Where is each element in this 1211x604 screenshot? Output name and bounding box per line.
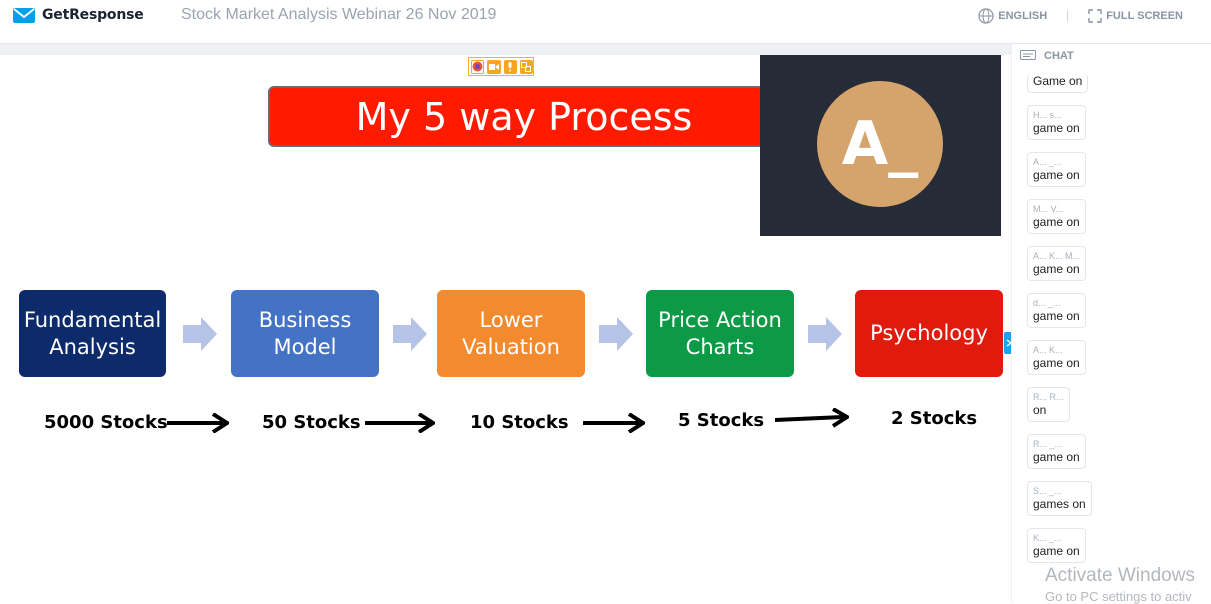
chat-message: R... _... game on — [1027, 434, 1086, 469]
step-label-line1: Fundamental — [23, 307, 162, 332]
chat-message-author: A... _... — [1033, 157, 1062, 167]
avatar: A_ — [817, 81, 943, 207]
step-label-line1: Lower — [479, 307, 543, 332]
language-label: ENGLISH — [998, 10, 1048, 22]
chat-message: Game on — [1027, 74, 1089, 93]
chat-message-text: game on — [1033, 121, 1080, 135]
envelope-icon — [13, 8, 35, 23]
arrow-right-icon — [583, 413, 645, 433]
chat-message-text: game on — [1033, 215, 1080, 229]
divider — [1067, 10, 1069, 22]
slide-title: My 5 way Process — [355, 94, 693, 139]
presentation-slide: My 5 way Process Fundamental Analysis Bus… — [0, 55, 1003, 602]
layout-icon[interactable] — [519, 59, 533, 74]
chat-message-author: S... _... — [1033, 486, 1062, 496]
count-label: 50 Stocks — [262, 412, 361, 433]
step-business-model: Business Model — [231, 290, 379, 377]
chat-message-text: on — [1033, 403, 1047, 417]
chat-message-text: game on — [1033, 168, 1080, 182]
fullscreen-button[interactable]: FULL SCREEN — [1088, 9, 1183, 23]
step-label-line2: Charts — [685, 334, 755, 359]
chat-message-author: M... V... — [1033, 204, 1064, 214]
chevron-right-icon — [393, 317, 427, 351]
arrow-right-icon — [167, 413, 229, 433]
chat-icon — [1020, 50, 1036, 60]
avatar-initials: A_ — [841, 109, 919, 179]
chat-message: K... _... game on — [1027, 528, 1086, 563]
chat-message-text: game on — [1033, 262, 1080, 276]
step-label-line1: Business — [258, 307, 352, 332]
chat-message-text: Game on — [1033, 74, 1083, 88]
chat-message: A... K... game on — [1027, 340, 1086, 375]
chat-message-author: K... _... — [1033, 533, 1062, 543]
chat-message-author: R... R... — [1033, 392, 1064, 402]
microphone-icon[interactable] — [503, 59, 517, 74]
count-label: 5 Stocks — [678, 410, 765, 431]
stage-top-strip — [0, 44, 1011, 55]
presenter-video: A_ — [760, 55, 1001, 236]
arrow-right-icon — [775, 408, 849, 428]
top-bar: GetResponse Stock Market Analysis Webina… — [0, 0, 1211, 44]
step-label-line2: Analysis — [49, 334, 136, 359]
browser-icon[interactable] — [471, 59, 485, 74]
chat-message: S... _... games on — [1027, 481, 1092, 516]
chat-message-text: game on — [1033, 450, 1080, 464]
chat-panel: CHAT Game on H... s... game on A... _... gam… — [1011, 44, 1211, 602]
chat-message: A... _... game on — [1027, 152, 1086, 187]
chat-header: CHAT — [1020, 50, 1074, 62]
chat-message-author: R... _... — [1033, 439, 1063, 449]
chat-message: H... s... game on — [1027, 105, 1086, 140]
presenter-controls — [468, 57, 534, 76]
step-fundamental-analysis: Fundamental Analysis — [19, 290, 166, 377]
step-lower-valuation: Lower Valuation — [437, 290, 585, 377]
step-price-action-charts: Price Action Charts — [646, 290, 794, 377]
chat-message-author: A... K... M... — [1033, 251, 1081, 261]
chat-message: A... K... M... game on — [1027, 246, 1087, 281]
chevron-right-icon — [599, 317, 633, 351]
language-button[interactable]: ENGLISH — [978, 8, 1047, 24]
step-label-line2: Valuation — [462, 334, 560, 359]
camera-icon[interactable] — [487, 59, 501, 74]
step-psychology: Psychology — [855, 290, 1003, 377]
chat-message-author: d... _... — [1033, 298, 1061, 308]
getresponse-logo[interactable]: GetResponse — [12, 6, 144, 24]
step-label-line1: Price Action — [658, 307, 782, 332]
logo-text: GetResponse — [42, 7, 144, 23]
chevron-right-icon — [808, 317, 842, 351]
fullscreen-label: FULL SCREEN — [1106, 10, 1183, 22]
chat-message-text: game on — [1033, 544, 1080, 558]
arrow-right-icon — [365, 413, 435, 433]
chat-message-text: game on — [1033, 309, 1080, 323]
chat-message: d... _... game on — [1027, 293, 1086, 328]
step-label-line1: Psychology — [870, 321, 988, 345]
chat-message-author: A... K... — [1033, 345, 1063, 355]
chat-message-text: game on — [1033, 356, 1080, 370]
chevron-right-icon — [183, 317, 217, 351]
slide-title-box: My 5 way Process — [268, 86, 780, 147]
chat-message-text: games on — [1033, 497, 1086, 511]
webinar-title: Stock Market Analysis Webinar 26 Nov 201… — [181, 6, 497, 23]
fullscreen-icon — [1088, 9, 1102, 23]
chat-header-label: CHAT — [1044, 50, 1074, 62]
chat-message: M... V... game on — [1027, 199, 1086, 234]
activate-windows-watermark: Activate Windows — [1045, 565, 1195, 586]
chat-message-author: H... s... — [1033, 110, 1062, 120]
step-label-line2: Model — [273, 334, 337, 359]
count-label: 2 Stocks — [891, 408, 978, 429]
globe-icon — [978, 8, 994, 24]
count-label: 10 Stocks — [470, 412, 569, 433]
chat-message: R... R... on — [1027, 387, 1070, 422]
count-label: 5000 Stocks — [44, 412, 168, 433]
